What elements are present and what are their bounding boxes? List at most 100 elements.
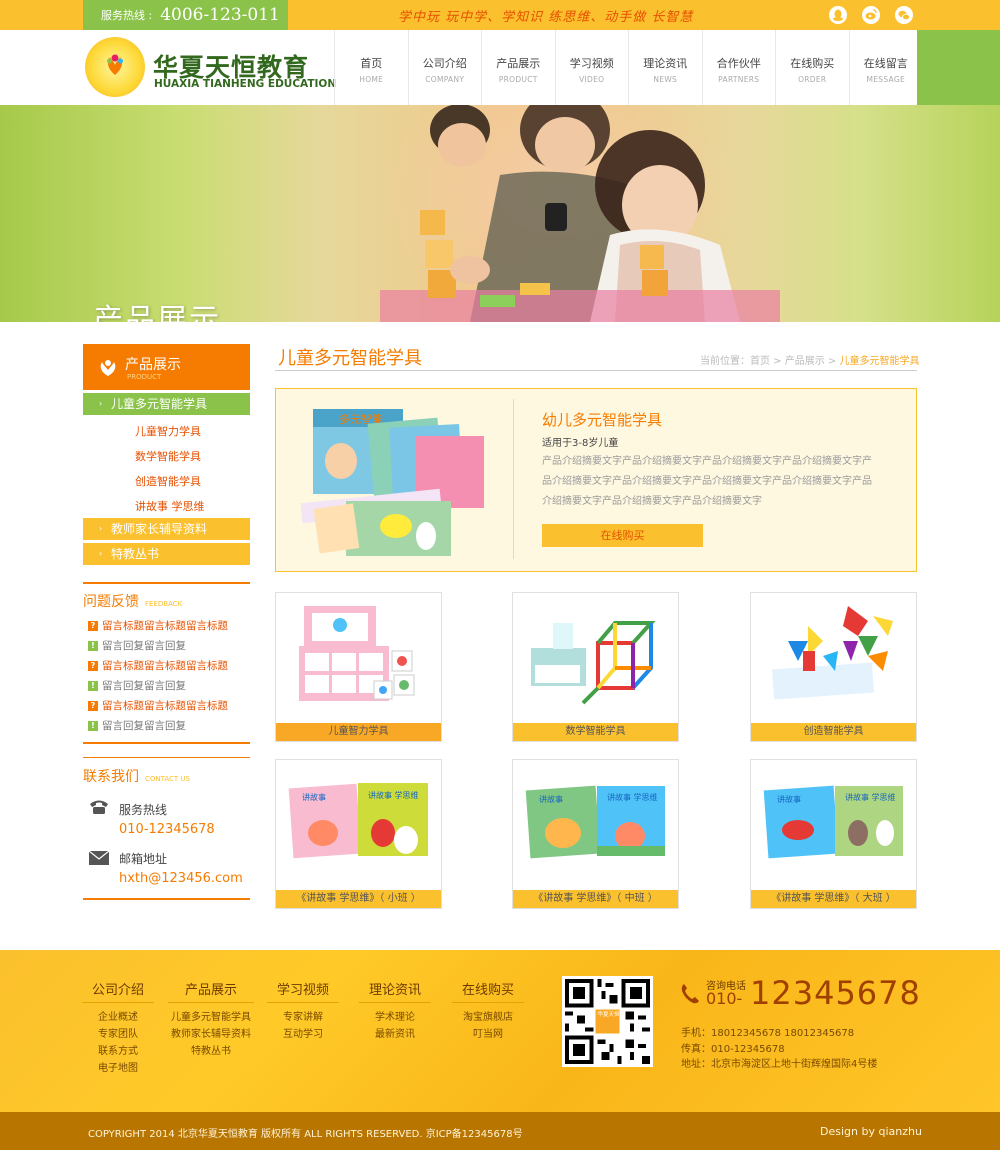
product-image: 讲故事 讲故事 学思维 <box>763 785 903 859</box>
product-image <box>299 606 415 701</box>
featured-product: 多元智能 幼儿多元智能学具 适用于3-8岁儿童 产品介绍摘要文字产品介绍摘要文字… <box>275 388 917 572</box>
weibo-icon[interactable] <box>862 6 880 24</box>
design-credit[interactable]: Design by qianzhu <box>820 1125 922 1138</box>
feedback-item[interactable]: ? 留言标题留言标题留言标题 <box>88 658 228 673</box>
footer-link[interactable]: 学术理论 <box>359 1009 431 1026</box>
mail-icon <box>89 851 109 865</box>
feedback-text: 留言标题留言标题留言标题 <box>102 620 228 632</box>
qq-icon[interactable] <box>829 6 847 24</box>
product-card[interactable]: 数学智能学具 <box>512 592 679 742</box>
product-card[interactable]: 讲故事 讲故事 学思维 《讲故事 学思维》（ 中班 ） <box>512 759 679 909</box>
sidebar-category-teacher[interactable]: › 教师家长辅导资料 <box>83 518 250 540</box>
phone-icon <box>681 984 699 1004</box>
featured-product-image[interactable]: 多元智能 <box>301 401 491 561</box>
sidebar-product-title: 产品展示 <box>125 357 181 373</box>
nav-news[interactable]: 理论资讯 NEWS <box>628 30 702 105</box>
nav-accent-block <box>917 30 1000 105</box>
product-card[interactable]: 讲故事 讲故事 学思维 《讲故事 学思维》（ 大班 ） <box>750 759 917 909</box>
feedback-item[interactable]: ! 留言回复留言回复 <box>88 638 186 653</box>
footer-link[interactable]: 专家讲解 <box>267 1009 339 1026</box>
question-icon: ? <box>88 620 98 631</box>
feedback-item[interactable]: ? 留言标题留言标题留言标题 <box>88 618 228 633</box>
footer-link[interactable]: 淘宝旗舰店 <box>452 1009 524 1026</box>
sidebar-sub-2[interactable]: 数学智能学具 <box>135 448 201 464</box>
footer-link[interactable]: 企业概述 <box>82 1009 154 1026</box>
footer-col-title[interactable]: 公司介绍 <box>82 979 154 1003</box>
sidebar-sub-3[interactable]: 创造智能学具 <box>135 473 201 489</box>
sidebar-sub-4[interactable]: 讲故事 学思维 <box>135 498 205 514</box>
product-caption: 创造智能学具 <box>751 723 916 741</box>
footer-link[interactable]: 叮当网 <box>452 1026 524 1043</box>
svg-text:讲故事: 讲故事 <box>302 792 326 802</box>
product-caption: 数学智能学具 <box>513 723 678 741</box>
divider <box>275 370 917 371</box>
footer-col-title[interactable]: 学习视频 <box>267 979 339 1003</box>
consult-number: 12345678 <box>750 974 921 1012</box>
page-title: 儿童多元智能学具 <box>278 348 422 369</box>
svg-text:讲故事: 讲故事 <box>777 794 801 804</box>
sidebar-category-kids-tools[interactable]: › 儿童多元智能学具 <box>83 393 250 415</box>
nav-label: 在线购买 <box>790 57 835 70</box>
nav-label-en: NEWS <box>653 75 678 84</box>
footer-link[interactable]: 联系方式 <box>82 1043 154 1060</box>
feedback-item[interactable]: ! 留言回复留言回复 <box>88 718 186 733</box>
hotline-label: 服务热线 : <box>101 9 153 22</box>
nav-partners[interactable]: 合作伙伴 PARTNERS <box>701 30 776 105</box>
product-card[interactable]: 讲故事 讲故事 学思维 《讲故事 学思维》（ 小班 ） <box>275 759 442 909</box>
breadcrumb-prefix[interactable]: 当前位置：首页 > 产品展示 > <box>700 356 839 367</box>
nav-company[interactable]: 公司介绍 COMPANY <box>407 30 482 105</box>
footer-link[interactable]: 互动学习 <box>267 1026 339 1043</box>
reply-icon: ! <box>88 720 98 731</box>
nav-label-en: MESSAGE <box>866 75 906 84</box>
product-caption: 《讲故事 学思维》（ 中班 ） <box>513 890 678 908</box>
sidebar-product-title-en: PRODUCT <box>127 373 162 381</box>
feedback-text: 留言回复留言回复 <box>102 720 186 732</box>
nav-order[interactable]: 在线购买 ORDER <box>775 30 849 105</box>
breadcrumb-current: 儿童多元智能学具 <box>839 356 920 367</box>
phone-value: 010-12345678 <box>119 822 215 837</box>
nav-label-en: PARTNERS <box>718 75 760 84</box>
feedback-text: 留言标题留言标题留言标题 <box>102 700 228 712</box>
footer-link[interactable]: 最新资讯 <box>359 1026 431 1043</box>
footer-col-title[interactable]: 在线购买 <box>452 979 524 1003</box>
category-label: 特教丛书 <box>111 547 160 561</box>
wechat-icon[interactable] <box>895 6 913 24</box>
featured-product-name[interactable]: 幼儿多元智能学具 <box>542 409 662 430</box>
sidebar-sub-1[interactable]: 儿童智力学具 <box>135 423 201 439</box>
feedback-title-en: FEEDBACK <box>145 600 183 608</box>
banner: 产品展示 <box>0 105 1000 322</box>
category-label: 教师家长辅导资料 <box>111 522 208 536</box>
footer-link[interactable]: 教师家长辅导资料 <box>168 1026 254 1043</box>
nav-home[interactable]: 首页 HOME <box>334 30 408 105</box>
footer-link[interactable]: 特教丛书 <box>168 1043 254 1060</box>
nav-message[interactable]: 在线留言 MESSAGE <box>848 30 923 105</box>
product-image <box>772 606 893 700</box>
nav-label-en: HOME <box>359 75 384 84</box>
reply-icon: ! <box>88 640 98 651</box>
nav-video[interactable]: 学习视频 VIDEO <box>554 30 629 105</box>
svg-text:讲故事 学思维: 讲故事 学思维 <box>368 790 419 800</box>
buy-online-button[interactable]: 在线购买 <box>542 524 703 547</box>
footer-col-title[interactable]: 理论资讯 <box>359 979 431 1003</box>
nav-product[interactable]: 产品展示 PRODUCT <box>481 30 555 105</box>
footer-col-order: 在线购买 淘宝旗舰店 叮当网 <box>452 979 524 1043</box>
contact-title: 联系我们 CONTACT US <box>83 766 190 786</box>
divider <box>83 898 250 900</box>
product-card[interactable]: 儿童智力学具 <box>275 592 442 742</box>
feedback-item[interactable]: ? 留言标题留言标题留言标题 <box>88 698 228 713</box>
qr-label: 华夏天恒 <box>597 1012 620 1018</box>
email-value[interactable]: hxth@123456.com <box>119 871 243 886</box>
product-card[interactable]: 创造智能学具 <box>750 592 917 742</box>
sidebar-category-special[interactable]: › 特教丛书 <box>83 543 250 565</box>
nav-label-en: ORDER <box>798 75 827 84</box>
question-icon: ? <box>88 660 98 671</box>
footer-link[interactable]: 电子地图 <box>82 1060 154 1077</box>
main-nav: 首页 HOME 公司介绍 COMPANY 产品展示 PRODUCT 学习视频 VIDEO… <box>334 30 922 105</box>
nav-label: 合作伙伴 <box>716 57 761 70</box>
feedback-item[interactable]: ! 留言回复留言回复 <box>88 678 186 693</box>
logo-emblem[interactable] <box>85 37 145 97</box>
footer-link[interactable]: 儿童多元智能学具 <box>168 1009 254 1026</box>
nav-label-en: PRODUCT <box>498 75 538 84</box>
footer-link[interactable]: 专家团队 <box>82 1026 154 1043</box>
footer-col-title[interactable]: 产品展示 <box>168 979 254 1003</box>
